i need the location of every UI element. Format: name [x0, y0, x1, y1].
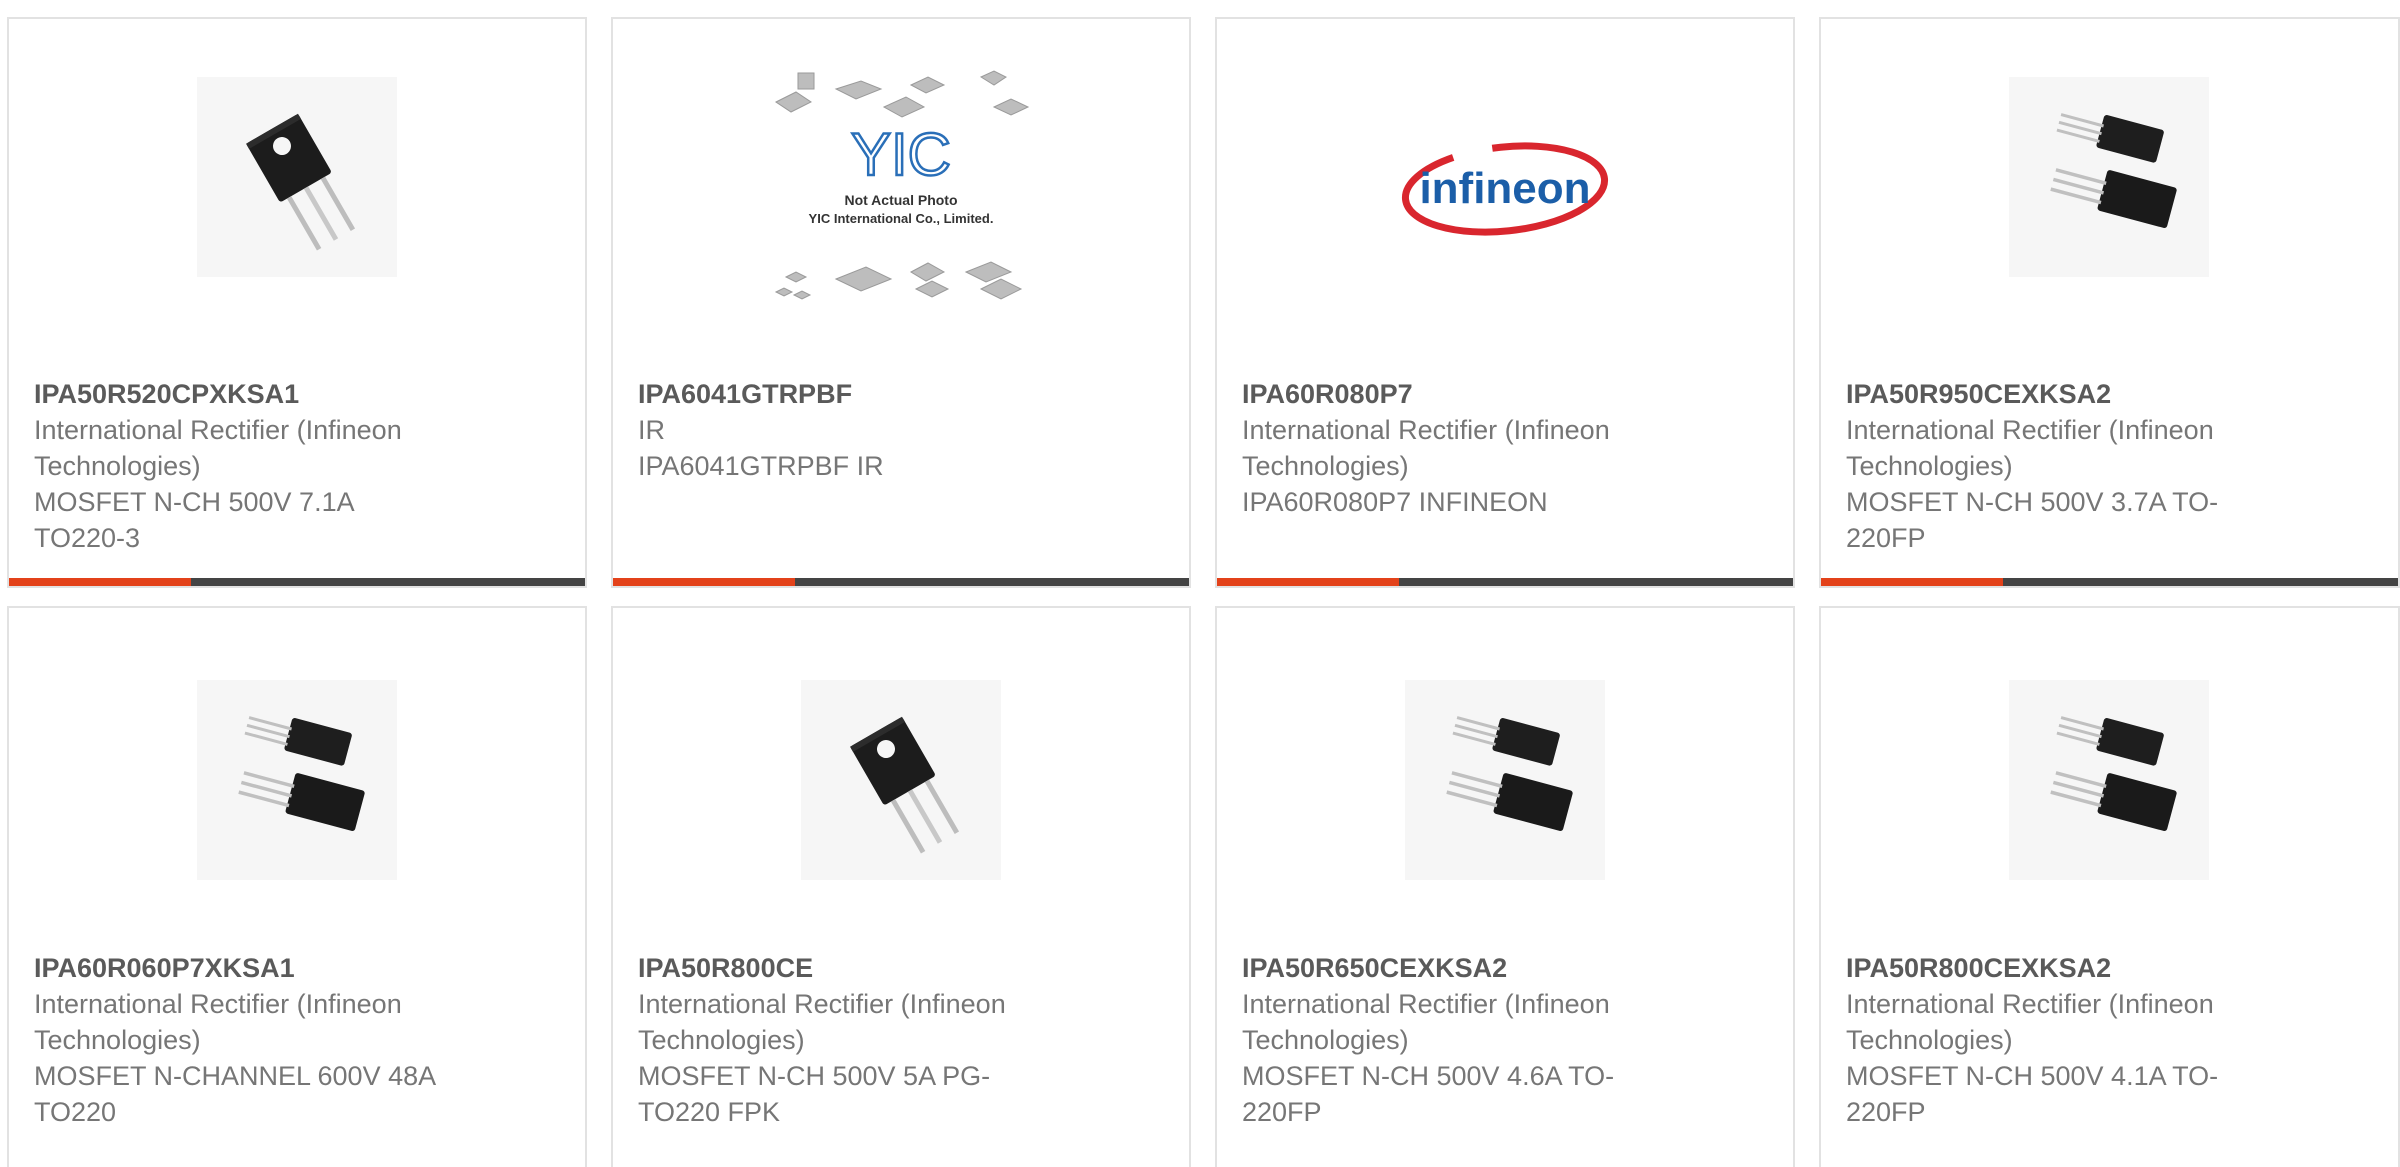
product-image[interactable]: [1217, 680, 1793, 970]
product-card[interactable]: infineon IPA60R080P7 International Recti…: [1215, 17, 1795, 588]
description: MOSFET N-CH 500V 5A PG-: [638, 1061, 991, 1091]
manufacturer: International Rectifier (Infineon: [1242, 415, 1610, 445]
product-card[interactable]: YIC Not Actual Photo YIC International C…: [611, 17, 1191, 588]
part-number[interactable]: IPA50R800CEXKSA2: [1846, 950, 2286, 986]
description: 220FP: [1846, 1097, 1926, 1127]
manufacturer: International Rectifier (Infineon: [1846, 415, 2214, 445]
product-info: IPA50R650CEXKSA2 International Rectifier…: [1242, 950, 1682, 1130]
product-info: IPA50R800CEXKSA2 International Rectifier…: [1846, 950, 2286, 1130]
product-image[interactable]: [9, 680, 585, 970]
product-card[interactable]: IPA50R950CEXKSA2 International Rectifier…: [1819, 17, 2400, 588]
product-info: IPA60R060P7XKSA1 International Rectifier…: [34, 950, 474, 1130]
product-grid: IPA50R520CPXKSA1 International Rectifier…: [0, 0, 2400, 1167]
product-info: IPA60R080P7 International Rectifier (Inf…: [1242, 376, 1682, 520]
transistor-image: [197, 680, 397, 880]
description: TO220: [34, 1097, 117, 1127]
description: MOSFET N-CH 500V 7.1A: [34, 487, 355, 517]
part-number[interactable]: IPA50R520CPXKSA1: [34, 376, 474, 412]
transistor-image: [801, 680, 1001, 880]
product-info: IPA50R950CEXKSA2 International Rectifier…: [1846, 376, 2286, 556]
manufacturer: Technologies): [1846, 451, 2013, 481]
card-footer-bar: [613, 578, 1189, 586]
description: MOSFET N-CH 500V 3.7A TO-: [1846, 487, 2219, 517]
placeholder-photo: YIC Not Actual Photo YIC International C…: [766, 67, 1036, 307]
manufacturer: Technologies): [1846, 1025, 2013, 1055]
product-info: IPA50R520CPXKSA1 International Rectifier…: [34, 376, 474, 556]
product-image[interactable]: [1821, 77, 2397, 367]
product-card[interactable]: IPA60R060P7XKSA1 International Rectifier…: [7, 606, 587, 1167]
product-info: IPA50R800CE International Rectifier (Inf…: [638, 950, 1078, 1130]
card-footer-bar: [1217, 578, 1793, 586]
transistor-image: [2009, 77, 2209, 277]
transistor-image: [1405, 680, 1605, 880]
manufacturer: Technologies): [34, 451, 201, 481]
manufacturer: Technologies): [1242, 1025, 1409, 1055]
card-accent-bar: [1217, 578, 1399, 586]
description: MOSFET N-CH 500V 4.6A TO-: [1242, 1061, 1615, 1091]
part-number[interactable]: IPA50R650CEXKSA2: [1242, 950, 1682, 986]
card-footer-bar: [9, 578, 585, 586]
not-actual-photo-text: Not Actual Photo: [844, 192, 957, 208]
description: MOSFET N-CH 500V 4.1A TO-: [1846, 1061, 2219, 1091]
part-number[interactable]: IPA60R080P7: [1242, 376, 1682, 412]
infineon-logo-text: infineon: [1419, 164, 1590, 213]
card-accent-bar: [9, 578, 191, 586]
product-image[interactable]: [1821, 680, 2397, 970]
yic-company-text: YIC International Co., Limited.: [809, 211, 994, 226]
description: TO220 FPK: [638, 1097, 781, 1127]
description: 220FP: [1846, 523, 1926, 553]
manufacturer: Technologies): [1242, 451, 1409, 481]
description: IPA60R080P7 INFINEON: [1242, 487, 1548, 517]
description: 220FP: [1242, 1097, 1322, 1127]
transistor-image: [197, 77, 397, 277]
manufacturer: International Rectifier (Infineon: [1242, 989, 1610, 1019]
manufacturer: Technologies): [34, 1025, 201, 1055]
yic-logo-text: YIC: [851, 121, 951, 188]
manufacturer: International Rectifier (Infineon: [34, 415, 402, 445]
manufacturer: International Rectifier (Infineon: [34, 989, 402, 1019]
part-number[interactable]: IPA50R950CEXKSA2: [1846, 376, 2286, 412]
manufacturer: IR: [638, 415, 665, 445]
manufacturer: Technologies): [638, 1025, 805, 1055]
product-card[interactable]: IPA50R650CEXKSA2 International Rectifier…: [1215, 606, 1795, 1167]
description: IPA6041GTRPBF IR: [638, 451, 884, 481]
product-card[interactable]: IPA50R800CEXKSA2 International Rectifier…: [1819, 606, 2400, 1167]
product-card[interactable]: IPA50R520CPXKSA1 International Rectifier…: [7, 17, 587, 588]
manufacturer: International Rectifier (Infineon: [1846, 989, 2214, 1019]
product-info: IPA6041GTRPBF IR IPA6041GTRPBF IR: [638, 376, 1078, 484]
transistor-image: [2009, 680, 2209, 880]
part-number[interactable]: IPA50R800CE: [638, 950, 1078, 986]
product-image[interactable]: [9, 77, 585, 367]
description: MOSFET N-CHANNEL 600V 48A: [34, 1061, 437, 1091]
manufacturer: International Rectifier (Infineon: [638, 989, 1006, 1019]
card-accent-bar: [1821, 578, 2003, 586]
part-number[interactable]: IPA60R060P7XKSA1: [34, 950, 474, 986]
product-image[interactable]: YIC Not Actual Photo YIC International C…: [613, 67, 1189, 357]
card-accent-bar: [613, 578, 795, 586]
infineon-logo: infineon: [1401, 142, 1609, 236]
card-footer-bar: [1821, 578, 2398, 586]
product-card[interactable]: IPA50R800CE International Rectifier (Inf…: [611, 606, 1191, 1167]
part-number[interactable]: IPA6041GTRPBF: [638, 376, 1078, 412]
product-image[interactable]: [613, 680, 1189, 970]
description: TO220-3: [34, 523, 141, 553]
